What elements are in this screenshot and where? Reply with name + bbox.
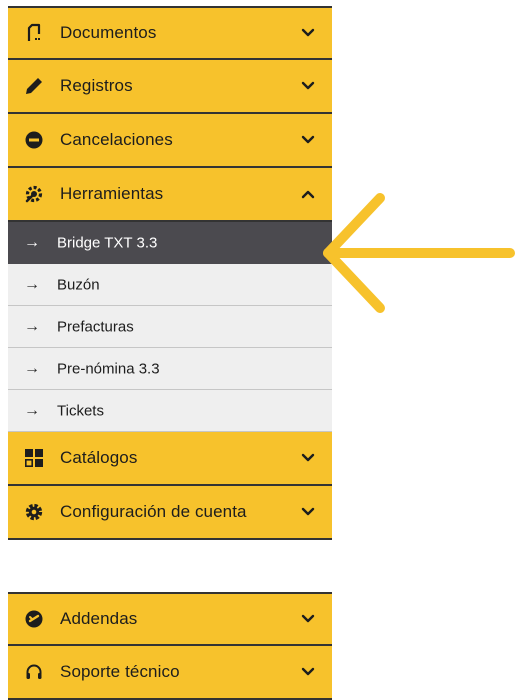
submenu-item-buzon[interactable]: → Buzón (8, 264, 332, 306)
submenu-item-bridge-txt[interactable]: → Bridge TXT 3.3 (8, 222, 332, 264)
arrow-right-icon: → (24, 401, 40, 419)
tools-gear-icon (24, 184, 44, 204)
file-icon (24, 23, 44, 43)
submenu-item-label: Buzón (57, 276, 100, 293)
submenu-item-prefacturas[interactable]: → Prefacturas (8, 306, 332, 348)
section-label: Catálogos (60, 448, 138, 467)
section-label: Registros (60, 76, 133, 95)
section-cancelaciones[interactable]: Cancelaciones (8, 114, 332, 168)
section-soporte-tecnico[interactable]: Soporte técnico (8, 646, 332, 700)
grid-icon (24, 448, 44, 468)
arrow-right-icon: → (24, 233, 40, 251)
pencil-icon (24, 76, 44, 96)
gear-icon (24, 502, 44, 522)
section-label: Documentos (60, 23, 157, 42)
chevron-down-icon[interactable] (300, 132, 316, 148)
section-documentos[interactable]: Documentos (8, 6, 332, 60)
check-circle-icon (24, 609, 44, 629)
minus-circle-icon (24, 130, 44, 150)
secondary-menu: Addendas Soporte técnico (8, 592, 332, 700)
submenu-item-label: Bridge TXT 3.3 (57, 234, 158, 251)
headset-icon (24, 662, 44, 682)
section-label: Cancelaciones (60, 130, 173, 149)
submenu-item-label: Prefacturas (57, 318, 134, 335)
chevron-down-icon[interactable] (300, 78, 316, 94)
pointer-arrow-icon (323, 193, 515, 313)
section-label: Soporte técnico (60, 662, 180, 681)
section-addendas[interactable]: Addendas (8, 592, 332, 646)
chevron-down-icon[interactable] (300, 450, 316, 466)
arrow-right-icon: → (24, 275, 40, 293)
submenu-item-label: Pre-nómina 3.3 (57, 360, 160, 377)
submenu-item-label: Tickets (57, 402, 104, 419)
chevron-down-icon[interactable] (300, 664, 316, 680)
section-catalogos[interactable]: Catálogos (8, 432, 332, 486)
section-label: Herramientas (60, 184, 164, 203)
section-registros[interactable]: Registros (8, 60, 332, 114)
chevron-down-icon[interactable] (300, 504, 316, 520)
main-menu: Documentos Registros Cancelaciones Herra… (8, 6, 332, 540)
arrow-right-icon: → (24, 359, 40, 377)
section-label: Addendas (60, 609, 138, 628)
submenu-item-pre-nomina[interactable]: → Pre-nómina 3.3 (8, 348, 332, 390)
section-herramientas[interactable]: Herramientas (8, 168, 332, 222)
section-configuracion-cuenta[interactable]: Configuración de cuenta (8, 486, 332, 540)
herramientas-submenu: → Bridge TXT 3.3 → Buzón → Prefacturas →… (8, 222, 332, 432)
chevron-down-icon[interactable] (300, 25, 316, 41)
arrow-right-icon: → (24, 317, 40, 335)
chevron-down-icon[interactable] (300, 611, 316, 627)
submenu-item-tickets[interactable]: → Tickets (8, 390, 332, 432)
section-label: Configuración de cuenta (60, 502, 247, 521)
